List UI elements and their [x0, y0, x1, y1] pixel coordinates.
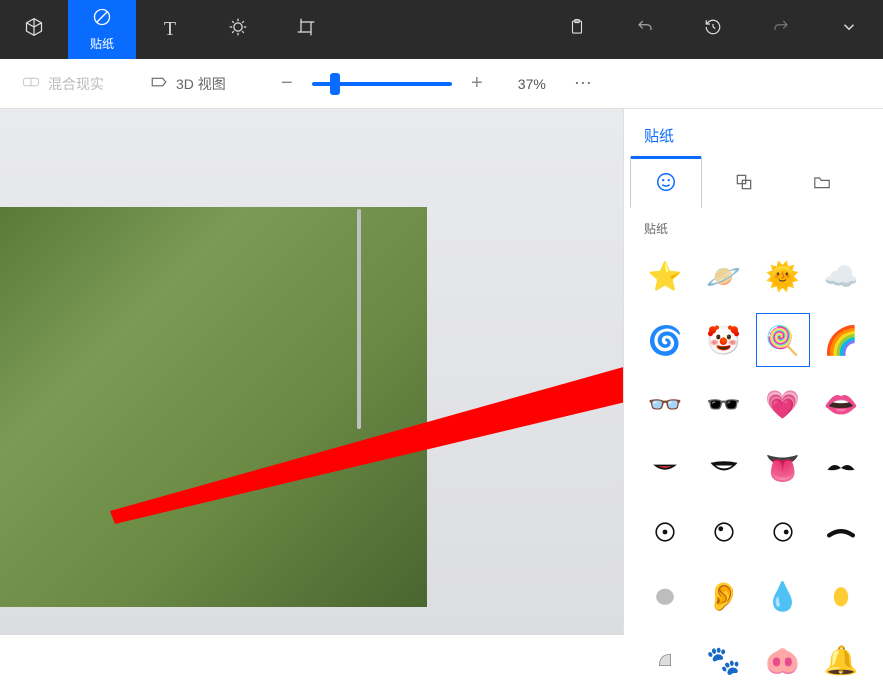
toolbar-undo-button[interactable] [611, 0, 679, 59]
zoom-slider[interactable] [312, 82, 452, 86]
sticker-spiral[interactable]: 🌀 [638, 313, 692, 367]
sticker-clown[interactable]: 🤡 [697, 313, 751, 367]
sticker-paws[interactable]: 🐾 [697, 633, 751, 687]
sticker-blob-gray[interactable] [638, 569, 692, 623]
mixed-reality-label: 混合现实 [48, 74, 104, 94]
toolbar-canvas-button[interactable] [272, 0, 340, 59]
sticker-heart[interactable]: 💗 [756, 377, 810, 431]
sticker-mouth1[interactable] [638, 441, 692, 495]
undo-icon [636, 18, 654, 42]
toolbar-expand-button[interactable] [815, 0, 883, 59]
sticker-sun[interactable]: 🌞 [756, 249, 810, 303]
zoom-value: 37% [518, 76, 546, 92]
tab-stickers-face[interactable] [630, 156, 702, 208]
3d-view-label: 3D 视图 [176, 74, 226, 94]
toolbar-sticker-button[interactable]: 贴纸 [68, 0, 136, 59]
sticker-grid: ⭐🪐🌞☁️ 🌀🤡🍭🌈 👓🕶️💗👄👅 👂💧🐾🐽🔔 [624, 245, 883, 697]
toolbar-history-button[interactable] [679, 0, 747, 59]
clipboard-icon [568, 18, 586, 42]
toolbar-effects-button[interactable] [204, 0, 272, 59]
sticker-brow[interactable] [814, 505, 868, 559]
tab-stickers-folder[interactable] [786, 156, 858, 208]
sticker-shape1[interactable] [638, 633, 692, 687]
sticker-lollipop[interactable]: 🍭 [756, 313, 810, 367]
history-icon [704, 18, 722, 42]
chevron-down-icon [840, 18, 858, 42]
sticker-eyeglasses[interactable]: 👓 [638, 377, 692, 431]
text-icon: T [164, 18, 176, 41]
panel-tabs [624, 156, 883, 208]
sticker-star[interactable]: ⭐ [638, 249, 692, 303]
sticker-lips[interactable]: 👄 [814, 377, 868, 431]
sticker-icon [92, 7, 112, 33]
cube-icon [24, 17, 44, 43]
toolbar-redo-button[interactable] [747, 0, 815, 59]
canvas-image [0, 207, 427, 607]
canvas-area[interactable] [0, 109, 623, 635]
canvas-scrollbar-thumb[interactable] [357, 209, 361, 429]
sticker-sunglasses[interactable]: 🕶️ [697, 377, 751, 431]
sticker-bell[interactable]: 🔔 [814, 633, 868, 687]
toolbar-paste-button[interactable] [543, 0, 611, 59]
sticker-panel: 贴纸 贴纸 ⭐🪐🌞☁️🌀🤡🍭🌈👓🕶️💗👄👅👂💧🐾🐽🔔 [623, 109, 883, 635]
sticker-mustache[interactable] [814, 441, 868, 495]
zoom-slider-thumb[interactable] [330, 73, 340, 95]
crop-icon [296, 17, 316, 43]
toolbar-text-button[interactable]: T [136, 0, 204, 59]
sticker-rainbow[interactable]: 🌈 [814, 313, 868, 367]
sticker-eye2[interactable] [697, 505, 751, 559]
zoom-slider-group: − + [274, 72, 490, 95]
sticker-drop[interactable]: 💧 [756, 569, 810, 623]
effects-icon [228, 17, 248, 43]
3d-view-icon [150, 75, 168, 92]
more-button[interactable]: ⋯ [574, 73, 592, 94]
smiley-icon [655, 171, 677, 193]
sticker-cloud[interactable]: ☁️ [814, 249, 868, 303]
sub-toolbar: 混合现实 3D 视图 − + 37% ⋯ [0, 59, 883, 109]
zoom-in-button[interactable]: + [464, 72, 490, 95]
sticker-mouth2[interactable] [697, 441, 751, 495]
folder-icon [812, 174, 832, 190]
sticker-tongue[interactable]: 👅 [756, 441, 810, 495]
panel-section-label: 贴纸 [624, 208, 883, 245]
redo-icon [772, 18, 790, 42]
canvas-scrollbar[interactable] [356, 209, 362, 529]
3d-view-button[interactable]: 3D 视图 [142, 70, 234, 98]
sticker-blob-yellow[interactable] [814, 569, 868, 623]
sticker-eye3[interactable] [756, 505, 810, 559]
sticker-eye1[interactable] [638, 505, 692, 559]
sticker-planet[interactable]: 🪐 [697, 249, 751, 303]
zoom-out-button[interactable]: − [274, 72, 300, 95]
tab-stickers-custom[interactable] [708, 156, 780, 208]
sticker-snout[interactable]: 🐽 [756, 633, 810, 687]
mixed-reality-icon [22, 75, 40, 92]
panel-title: 贴纸 [624, 109, 883, 156]
toolbar-3d-button[interactable] [0, 0, 68, 59]
sticker-ear[interactable]: 👂 [697, 569, 751, 623]
toolbar-sticker-label: 贴纸 [90, 35, 114, 52]
mixed-reality-button[interactable]: 混合现实 [14, 70, 112, 98]
top-toolbar: 贴纸 T [0, 0, 883, 59]
shapes-icon [734, 172, 754, 192]
